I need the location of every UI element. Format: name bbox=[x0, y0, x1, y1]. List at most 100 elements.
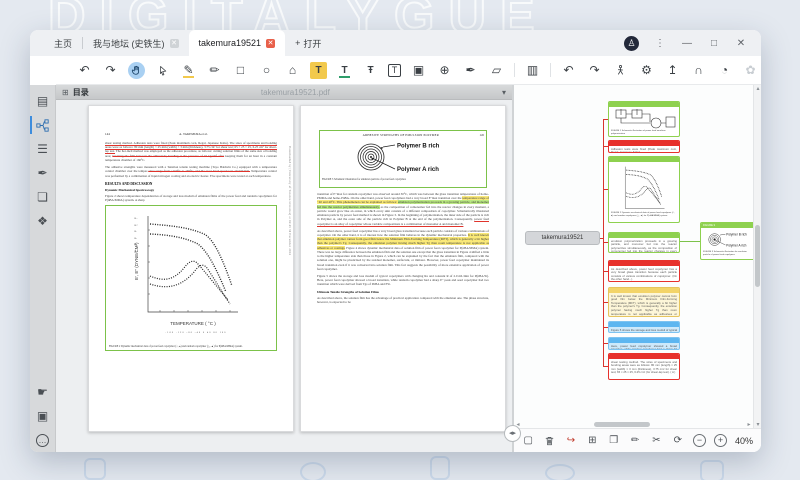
tab-close-icon-active[interactable]: ✕ bbox=[266, 39, 275, 48]
tab-document-2[interactable]: takemura19521 ✕ bbox=[189, 30, 286, 56]
image-annotation-tool[interactable]: ▣ bbox=[410, 62, 427, 79]
vertical-scrollbar-thumb[interactable] bbox=[755, 225, 760, 287]
figure-annotation-box[interactable]: 10¹¹ 10¹⁰ 10⁹ 10⁸ 10⁷ 10⁶ E′, E″ (DYNE/C… bbox=[105, 205, 277, 351]
mindmap-undo-button[interactable]: ↶ bbox=[560, 62, 577, 79]
notification-bell-icon[interactable]: ♙ bbox=[624, 36, 639, 51]
more-menu-icon[interactable]: ⋮ bbox=[654, 38, 666, 49]
export-button[interactable]: ↥ bbox=[664, 62, 681, 79]
sidebar-item-mindmap[interactable] bbox=[30, 113, 56, 137]
sidebar-item-hand-mode[interactable]: ☛ bbox=[30, 380, 56, 404]
figure-caption: FIGURE 3 Schematic illustration for emul… bbox=[322, 178, 484, 181]
settings-gear-button[interactable]: ⚙ bbox=[638, 62, 655, 79]
highlight-text-tool[interactable]: T bbox=[310, 62, 327, 79]
background-doodle bbox=[545, 464, 575, 480]
chart-thumbnail bbox=[614, 164, 674, 212]
pdf-panel-header[interactable]: ⊞ 目录 takemura19521.pdf ▾ bbox=[56, 85, 512, 100]
highlighter-tool[interactable]: ✎ bbox=[180, 62, 197, 79]
page-header: 144 A. TAKEMURA et al. bbox=[105, 132, 277, 136]
mindmap-node-apparatus[interactable]: FIGURE 1 Schematic illustration of power… bbox=[608, 101, 680, 137]
pen-tool[interactable]: ✏ bbox=[206, 62, 223, 79]
apparatus-diagram bbox=[610, 108, 678, 130]
sidebar-item-tags[interactable]: ❖ bbox=[30, 209, 56, 233]
sidebar-item-more[interactable]: … bbox=[30, 428, 56, 452]
mindmap-root-node[interactable]: takemura19521 bbox=[525, 231, 600, 245]
underline-text-icon: T bbox=[341, 65, 347, 76]
paragraph: Figure 2 shows temperature dependencies … bbox=[105, 194, 277, 202]
refresh-sync-button[interactable]: ⟳ bbox=[672, 434, 684, 448]
hand-icon bbox=[131, 65, 142, 76]
rectangle-tool[interactable]: □ bbox=[232, 62, 249, 79]
maximize-button[interactable]: □ bbox=[708, 38, 720, 49]
translate-globe-tool[interactable]: ⊕ bbox=[436, 62, 453, 79]
mindmap-node-yellow-note[interactable]: It is well known that emulsion polymer c… bbox=[608, 287, 680, 317]
mindmap-node-blue-2[interactable]: Here, power feed copolymer showed a broa… bbox=[608, 337, 680, 350]
ellipse-tool[interactable]: ○ bbox=[258, 62, 275, 79]
add-child-node-button[interactable]: ⊞ bbox=[586, 434, 598, 448]
mindmap-canvas[interactable]: takemura19521 FIGURE 1 Schematic illustr… bbox=[514, 85, 761, 428]
scroll-up-arrow[interactable]: ▴ bbox=[754, 85, 761, 92]
mindmap-node-green-text[interactable]: emulsion polymerization proceeds in a gr… bbox=[608, 232, 680, 253]
scroll-down-arrow[interactable]: ▾ bbox=[754, 421, 761, 428]
zoom-out-button[interactable]: − bbox=[693, 434, 706, 447]
mindmap-node-excerpt-red-2[interactable]: As described above, power feed copolymer… bbox=[608, 260, 680, 282]
mindmap-redo-button[interactable]: ↷ bbox=[586, 62, 603, 79]
mindmap-node-blue-1[interactable]: Figure 5 shows the storage and loss modu… bbox=[608, 321, 680, 333]
auto-layout-tool[interactable] bbox=[612, 62, 629, 79]
new-node-button[interactable]: ▢ bbox=[522, 434, 534, 448]
split-view-button[interactable]: ∩ bbox=[690, 62, 707, 79]
app-window: 主页 我与地坛 (史铁生) ✕ takemura19521 ✕ + 打开 ♙ ⋮… bbox=[30, 30, 761, 452]
strikethrough-text-tool[interactable]: Ŧ bbox=[362, 62, 379, 79]
sidebar-item-list[interactable]: ☰ bbox=[30, 137, 56, 161]
polygon-tool[interactable]: ⌂ bbox=[284, 62, 301, 79]
open-tab-button[interactable]: + 打开 bbox=[285, 37, 331, 50]
select-tool[interactable] bbox=[154, 62, 171, 79]
page-header: ADHESIVE STRENGTHS OF EMULSION POLYMER 1… bbox=[322, 133, 484, 137]
mindmap-node-figure3[interactable]: FIGURE 3 Polymer B rich Polymer A rich F… bbox=[700, 222, 757, 260]
figure-annotation-box[interactable]: ADHESIVE STRENGTHS OF EMULSION POLYMER 1… bbox=[319, 130, 487, 188]
node-text: It is well known that emulsion polymer c… bbox=[609, 293, 679, 317]
sidebar-item-book-mode[interactable]: ▣ bbox=[30, 404, 56, 428]
chart-x-ticks: -160 -120 -80 -40 0 40 80 100 bbox=[126, 332, 266, 334]
underline-text-tool[interactable]: T bbox=[336, 62, 353, 79]
tab-close-icon[interactable]: ✕ bbox=[170, 39, 179, 48]
sidebar-item-annotations[interactable]: ✒ bbox=[30, 161, 56, 185]
undo-button[interactable]: ↶ bbox=[76, 62, 93, 79]
timer-button[interactable]: ◔ bbox=[716, 62, 733, 79]
section-heading: RESULTS AND DISCUSSION bbox=[105, 182, 277, 186]
delete-node-button[interactable] bbox=[543, 434, 555, 448]
add-relation-button[interactable]: ↪ bbox=[565, 434, 577, 448]
tab-home[interactable]: 主页 bbox=[44, 30, 82, 56]
mindmap-node-excerpt-red-3[interactable]: shear testing method. The sizes of speci… bbox=[608, 353, 680, 380]
close-button[interactable]: ✕ bbox=[735, 38, 747, 49]
zoom-in-button[interactable]: + bbox=[714, 434, 727, 447]
crop-screenshot-button[interactable]: ✂ bbox=[650, 434, 662, 448]
plugin-button[interactable]: ✿ bbox=[742, 62, 759, 79]
hand-tool[interactable] bbox=[128, 62, 145, 79]
mindmap-node-chart[interactable]: FIGURE 2 Dynamic mechanical data of powe… bbox=[608, 156, 680, 223]
pdf-page-144[interactable]: 144 A. TAKEMURA et al. shear testing met… bbox=[88, 105, 294, 432]
eraser-tool[interactable]: ▱ bbox=[488, 62, 505, 79]
copy-node-button[interactable]: ❐ bbox=[608, 434, 620, 448]
collapse-grip-icon[interactable]: ⊞ bbox=[62, 88, 69, 97]
tab-document-1[interactable]: 我与地坛 (史铁生) ✕ bbox=[83, 30, 189, 56]
format-brush-button[interactable]: ✏ bbox=[629, 434, 641, 448]
scroll-right-arrow[interactable]: ▸ bbox=[745, 421, 753, 428]
chevron-down-icon[interactable]: ▾ bbox=[502, 88, 506, 97]
pdf-viewport[interactable]: 144 A. TAKEMURA et al. shear testing met… bbox=[56, 100, 512, 452]
reading-panel-toggle[interactable]: ▥ bbox=[524, 62, 541, 79]
sidebar-item-notes[interactable]: ❏ bbox=[30, 185, 56, 209]
horizontal-scrollbar-thumb[interactable] bbox=[594, 422, 650, 427]
paragraph: shear testing method. Adhesion tests wer… bbox=[105, 141, 277, 162]
horizontal-scrollbar[interactable]: ◂ ▸ bbox=[514, 421, 753, 428]
pdf-page-145[interactable]: ADHESIVE STRENGTHS OF EMULSION POLYMER 1… bbox=[300, 105, 506, 432]
background-doodle bbox=[430, 456, 450, 480]
mindmap-node-excerpt-red[interactable]: Adhesion tests were fixed (Peak maximum … bbox=[608, 140, 680, 153]
sidebar-item-contents[interactable]: ▤ bbox=[30, 89, 56, 113]
vertical-scrollbar[interactable]: ▴ ▾ bbox=[753, 85, 761, 428]
signature-pen-tool[interactable]: ✒ bbox=[462, 62, 479, 79]
running-head: ADHESIVE STRENGTHS OF EMULSION POLYMER bbox=[322, 133, 480, 137]
panel-collapse-button[interactable]: ◂▸ bbox=[504, 425, 521, 442]
textbox-tool[interactable]: T bbox=[388, 64, 401, 77]
minimize-button[interactable]: — bbox=[681, 38, 693, 49]
redo-button[interactable]: ↷ bbox=[102, 62, 119, 79]
